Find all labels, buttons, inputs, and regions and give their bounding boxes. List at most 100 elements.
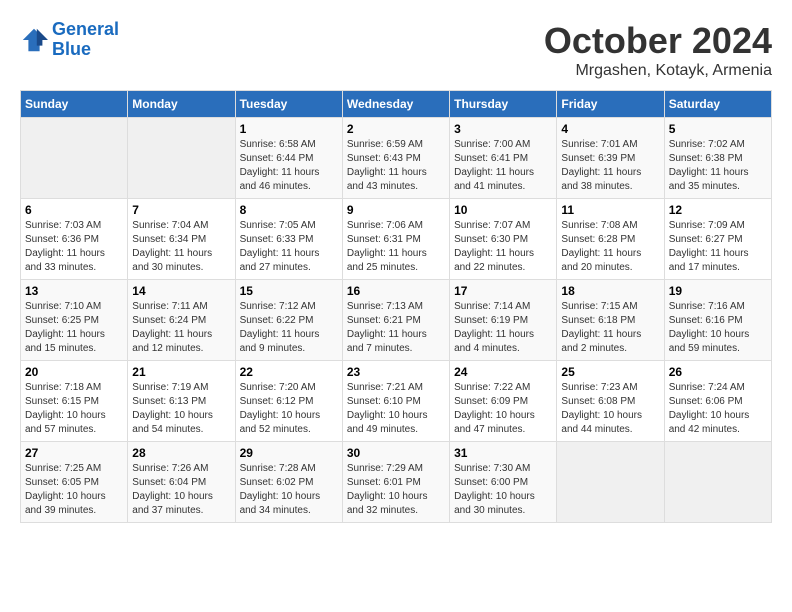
day-info: Sunrise: 7:03 AMSunset: 6:36 PMDaylight:… [25,220,105,273]
day-number: 16 [347,284,445,298]
page-header: General Blue October 2024 Mrgashen, Kota… [20,20,772,80]
day-number: 7 [132,203,230,217]
day-number: 5 [669,122,767,136]
day-number: 19 [669,284,767,298]
calendar-week-row: 1 Sunrise: 6:58 AMSunset: 6:44 PMDayligh… [21,118,772,199]
day-number: 29 [240,446,338,460]
calendar-day-cell: 16 Sunrise: 7:13 AMSunset: 6:21 PMDaylig… [342,280,449,361]
day-info: Sunrise: 7:24 AMSunset: 6:06 PMDaylight:… [669,382,750,435]
day-info: Sunrise: 7:08 AMSunset: 6:28 PMDaylight:… [561,220,641,273]
day-info: Sunrise: 7:06 AMSunset: 6:31 PMDaylight:… [347,220,427,273]
calendar-day-cell: 24 Sunrise: 7:22 AMSunset: 6:09 PMDaylig… [450,361,557,442]
location: Mrgashen, Kotayk, Armenia [544,62,772,80]
calendar-day-cell: 4 Sunrise: 7:01 AMSunset: 6:39 PMDayligh… [557,118,664,199]
calendar-day-cell: 15 Sunrise: 7:12 AMSunset: 6:22 PMDaylig… [235,280,342,361]
calendar-day-cell: 27 Sunrise: 7:25 AMSunset: 6:05 PMDaylig… [21,442,128,523]
weekday-header: Saturday [664,91,771,118]
calendar-day-cell: 18 Sunrise: 7:15 AMSunset: 6:18 PMDaylig… [557,280,664,361]
day-info: Sunrise: 7:02 AMSunset: 6:38 PMDaylight:… [669,139,749,192]
day-number: 13 [25,284,123,298]
calendar-day-cell: 11 Sunrise: 7:08 AMSunset: 6:28 PMDaylig… [557,199,664,280]
calendar-day-cell: 20 Sunrise: 7:18 AMSunset: 6:15 PMDaylig… [21,361,128,442]
day-info: Sunrise: 7:14 AMSunset: 6:19 PMDaylight:… [454,301,534,354]
day-info: Sunrise: 6:58 AMSunset: 6:44 PMDaylight:… [240,139,320,192]
day-info: Sunrise: 7:10 AMSunset: 6:25 PMDaylight:… [25,301,105,354]
day-number: 11 [561,203,659,217]
day-info: Sunrise: 7:16 AMSunset: 6:16 PMDaylight:… [669,301,750,354]
day-info: Sunrise: 7:22 AMSunset: 6:09 PMDaylight:… [454,382,535,435]
day-info: Sunrise: 7:20 AMSunset: 6:12 PMDaylight:… [240,382,321,435]
calendar-day-cell: 21 Sunrise: 7:19 AMSunset: 6:13 PMDaylig… [128,361,235,442]
calendar-day-cell [21,118,128,199]
day-number: 28 [132,446,230,460]
calendar-week-row: 6 Sunrise: 7:03 AMSunset: 6:36 PMDayligh… [21,199,772,280]
day-number: 1 [240,122,338,136]
day-number: 17 [454,284,552,298]
day-number: 3 [454,122,552,136]
day-info: Sunrise: 7:29 AMSunset: 6:01 PMDaylight:… [347,463,428,516]
day-info: Sunrise: 7:01 AMSunset: 6:39 PMDaylight:… [561,139,641,192]
calendar-day-cell: 7 Sunrise: 7:04 AMSunset: 6:34 PMDayligh… [128,199,235,280]
day-info: Sunrise: 6:59 AMSunset: 6:43 PMDaylight:… [347,139,427,192]
calendar-day-cell: 2 Sunrise: 6:59 AMSunset: 6:43 PMDayligh… [342,118,449,199]
calendar-day-cell: 25 Sunrise: 7:23 AMSunset: 6:08 PMDaylig… [557,361,664,442]
calendar-day-cell: 28 Sunrise: 7:26 AMSunset: 6:04 PMDaylig… [128,442,235,523]
calendar-day-cell: 12 Sunrise: 7:09 AMSunset: 6:27 PMDaylig… [664,199,771,280]
day-info: Sunrise: 7:25 AMSunset: 6:05 PMDaylight:… [25,463,106,516]
calendar-day-cell: 17 Sunrise: 7:14 AMSunset: 6:19 PMDaylig… [450,280,557,361]
calendar-day-cell: 22 Sunrise: 7:20 AMSunset: 6:12 PMDaylig… [235,361,342,442]
day-number: 2 [347,122,445,136]
day-number: 22 [240,365,338,379]
calendar-day-cell: 3 Sunrise: 7:00 AMSunset: 6:41 PMDayligh… [450,118,557,199]
day-number: 12 [669,203,767,217]
weekday-header: Thursday [450,91,557,118]
day-number: 26 [669,365,767,379]
weekday-header-row: SundayMondayTuesdayWednesdayThursdayFrid… [21,91,772,118]
calendar-day-cell: 29 Sunrise: 7:28 AMSunset: 6:02 PMDaylig… [235,442,342,523]
weekday-header: Tuesday [235,91,342,118]
day-info: Sunrise: 7:15 AMSunset: 6:18 PMDaylight:… [561,301,641,354]
day-info: Sunrise: 7:07 AMSunset: 6:30 PMDaylight:… [454,220,534,273]
calendar-week-row: 13 Sunrise: 7:10 AMSunset: 6:25 PMDaylig… [21,280,772,361]
day-number: 6 [25,203,123,217]
calendar-day-cell: 6 Sunrise: 7:03 AMSunset: 6:36 PMDayligh… [21,199,128,280]
day-number: 18 [561,284,659,298]
calendar-day-cell: 9 Sunrise: 7:06 AMSunset: 6:31 PMDayligh… [342,199,449,280]
day-info: Sunrise: 7:26 AMSunset: 6:04 PMDaylight:… [132,463,213,516]
day-number: 9 [347,203,445,217]
day-info: Sunrise: 7:04 AMSunset: 6:34 PMDaylight:… [132,220,212,273]
day-number: 20 [25,365,123,379]
day-number: 30 [347,446,445,460]
day-info: Sunrise: 7:28 AMSunset: 6:02 PMDaylight:… [240,463,321,516]
logo: General Blue [20,20,119,60]
logo-text: General Blue [52,20,119,60]
weekday-header: Wednesday [342,91,449,118]
calendar-day-cell: 30 Sunrise: 7:29 AMSunset: 6:01 PMDaylig… [342,442,449,523]
day-number: 14 [132,284,230,298]
weekday-header: Friday [557,91,664,118]
day-info: Sunrise: 7:19 AMSunset: 6:13 PMDaylight:… [132,382,213,435]
day-number: 27 [25,446,123,460]
calendar-day-cell: 13 Sunrise: 7:10 AMSunset: 6:25 PMDaylig… [21,280,128,361]
day-number: 23 [347,365,445,379]
day-number: 15 [240,284,338,298]
month-title: October 2024 [544,20,772,62]
day-number: 25 [561,365,659,379]
calendar-day-cell: 26 Sunrise: 7:24 AMSunset: 6:06 PMDaylig… [664,361,771,442]
calendar-day-cell [557,442,664,523]
day-number: 8 [240,203,338,217]
calendar-day-cell: 19 Sunrise: 7:16 AMSunset: 6:16 PMDaylig… [664,280,771,361]
calendar-week-row: 27 Sunrise: 7:25 AMSunset: 6:05 PMDaylig… [21,442,772,523]
day-info: Sunrise: 7:23 AMSunset: 6:08 PMDaylight:… [561,382,642,435]
day-info: Sunrise: 7:18 AMSunset: 6:15 PMDaylight:… [25,382,106,435]
weekday-header: Sunday [21,91,128,118]
calendar-week-row: 20 Sunrise: 7:18 AMSunset: 6:15 PMDaylig… [21,361,772,442]
calendar-day-cell: 14 Sunrise: 7:11 AMSunset: 6:24 PMDaylig… [128,280,235,361]
calendar-day-cell [128,118,235,199]
day-number: 21 [132,365,230,379]
day-info: Sunrise: 7:11 AMSunset: 6:24 PMDaylight:… [132,301,212,354]
calendar-day-cell: 8 Sunrise: 7:05 AMSunset: 6:33 PMDayligh… [235,199,342,280]
day-number: 24 [454,365,552,379]
day-number: 31 [454,446,552,460]
title-block: October 2024 Mrgashen, Kotayk, Armenia [544,20,772,80]
